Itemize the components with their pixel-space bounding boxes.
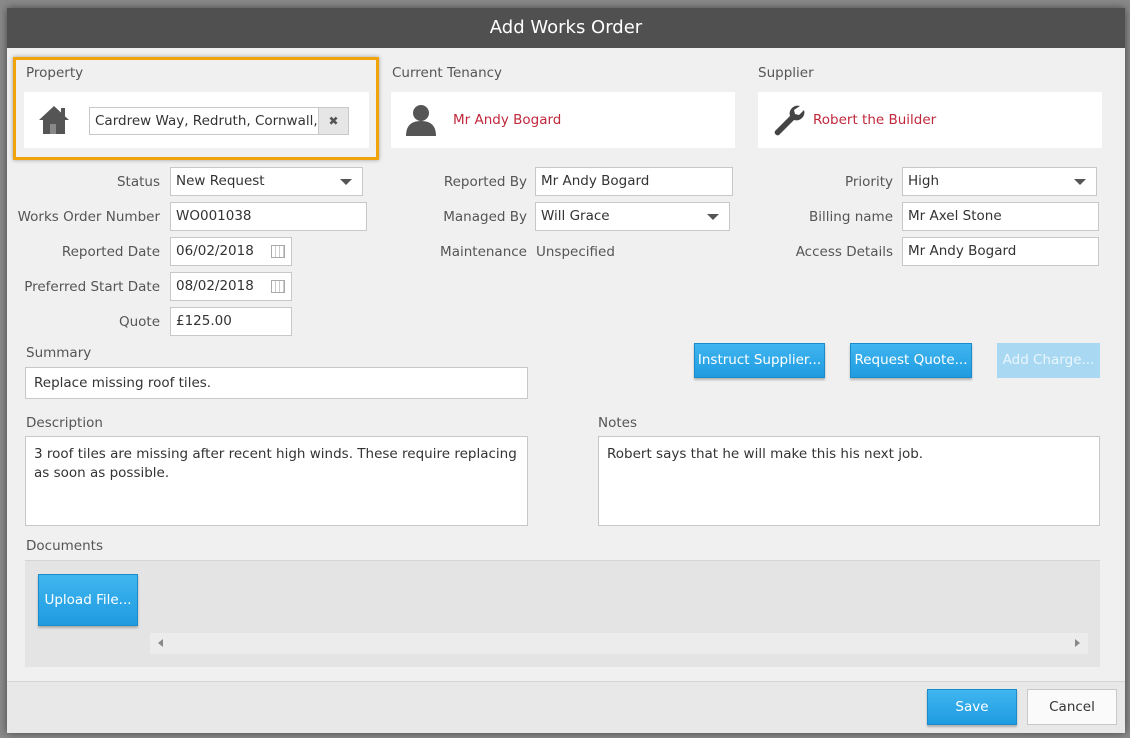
summary-label: Summary [26,345,92,361]
priority-label: Priority [844,174,893,190]
documents-scrollbar[interactable] [150,633,1088,654]
managed-by-label: Managed By [443,209,527,225]
property-highlight [13,57,379,160]
reported-by-label: Reported By [443,174,527,190]
reported-date-value: 06/02/2018 [176,243,254,259]
reported-date-input[interactable]: 06/02/2018 [170,237,292,266]
tenancy-label: Current Tenancy [392,65,503,81]
instruct-supplier-button[interactable]: Instruct Supplier... [694,343,825,378]
add-works-order-dialog: Add Works Order Property Cardrew Way, Re… [7,8,1125,733]
dialog-footer: Save Cancel [7,681,1125,733]
works-order-number-input[interactable]: WO001038 [170,202,367,231]
request-quote-button[interactable]: Request Quote... [850,343,972,378]
priority-select[interactable]: High [902,167,1097,196]
cancel-button[interactable]: Cancel [1027,689,1117,725]
reported-date-label: Reported Date [61,244,160,260]
quote-label: Quote [118,314,160,330]
wrench-icon [774,105,805,136]
managed-by-select[interactable]: Will Grace [535,202,730,231]
access-details-input[interactable]: Mr Andy Bogard [902,237,1099,266]
priority-value: High [908,173,940,189]
summary-input[interactable]: Replace missing roof tiles. [25,367,528,399]
upload-file-button[interactable]: Upload File... [38,574,138,626]
scroll-right-icon[interactable] [1075,639,1080,647]
add-charge-button[interactable]: Add Charge... [997,343,1100,378]
chevron-down-icon [707,214,719,220]
description-textarea[interactable]: 3 roof tiles are missing after recent hi… [25,436,528,526]
scroll-left-icon[interactable] [158,639,163,647]
quote-input[interactable]: £125.00 [170,307,292,336]
preferred-start-date-input[interactable]: 08/02/2018 [170,272,292,301]
managed-by-value: Will Grace [541,208,610,224]
supplier-label: Supplier [758,65,814,81]
dialog-title: Add Works Order [7,8,1125,48]
status-label: Status [116,174,160,190]
tenancy-card: Mr Andy Bogard [391,92,735,148]
calendar-icon[interactable] [271,245,285,258]
person-icon [406,105,436,136]
notes-textarea[interactable]: Robert says that he will make this his n… [598,436,1100,526]
save-button[interactable]: Save [927,689,1017,725]
billing-name-label: Billing name [809,209,893,225]
status-select[interactable]: New Request [170,167,363,196]
access-details-label: Access Details [795,244,893,260]
tenant-name-link[interactable]: Mr Andy Bogard [453,92,561,148]
documents-panel: Upload File... [25,560,1100,667]
preferred-start-date-value: 08/02/2018 [176,278,254,294]
calendar-icon[interactable] [271,280,285,293]
notes-label: Notes [598,415,637,431]
chevron-down-icon [340,179,352,185]
description-label: Description [26,415,103,431]
status-value: New Request [176,173,265,189]
chevron-down-icon [1074,179,1086,185]
works-order-number-label: Works Order Number [17,209,160,225]
documents-label: Documents [26,538,103,554]
maintenance-label: Maintenance [440,244,527,260]
billing-name-input[interactable]: Mr Axel Stone [902,202,1099,231]
supplier-name-link[interactable]: Robert the Builder [813,92,936,148]
reported-by-input[interactable]: Mr Andy Bogard [535,167,733,196]
supplier-card: Robert the Builder [758,92,1102,148]
preferred-start-date-label: Preferred Start Date [24,279,160,295]
maintenance-value: Unspecified [536,244,615,260]
